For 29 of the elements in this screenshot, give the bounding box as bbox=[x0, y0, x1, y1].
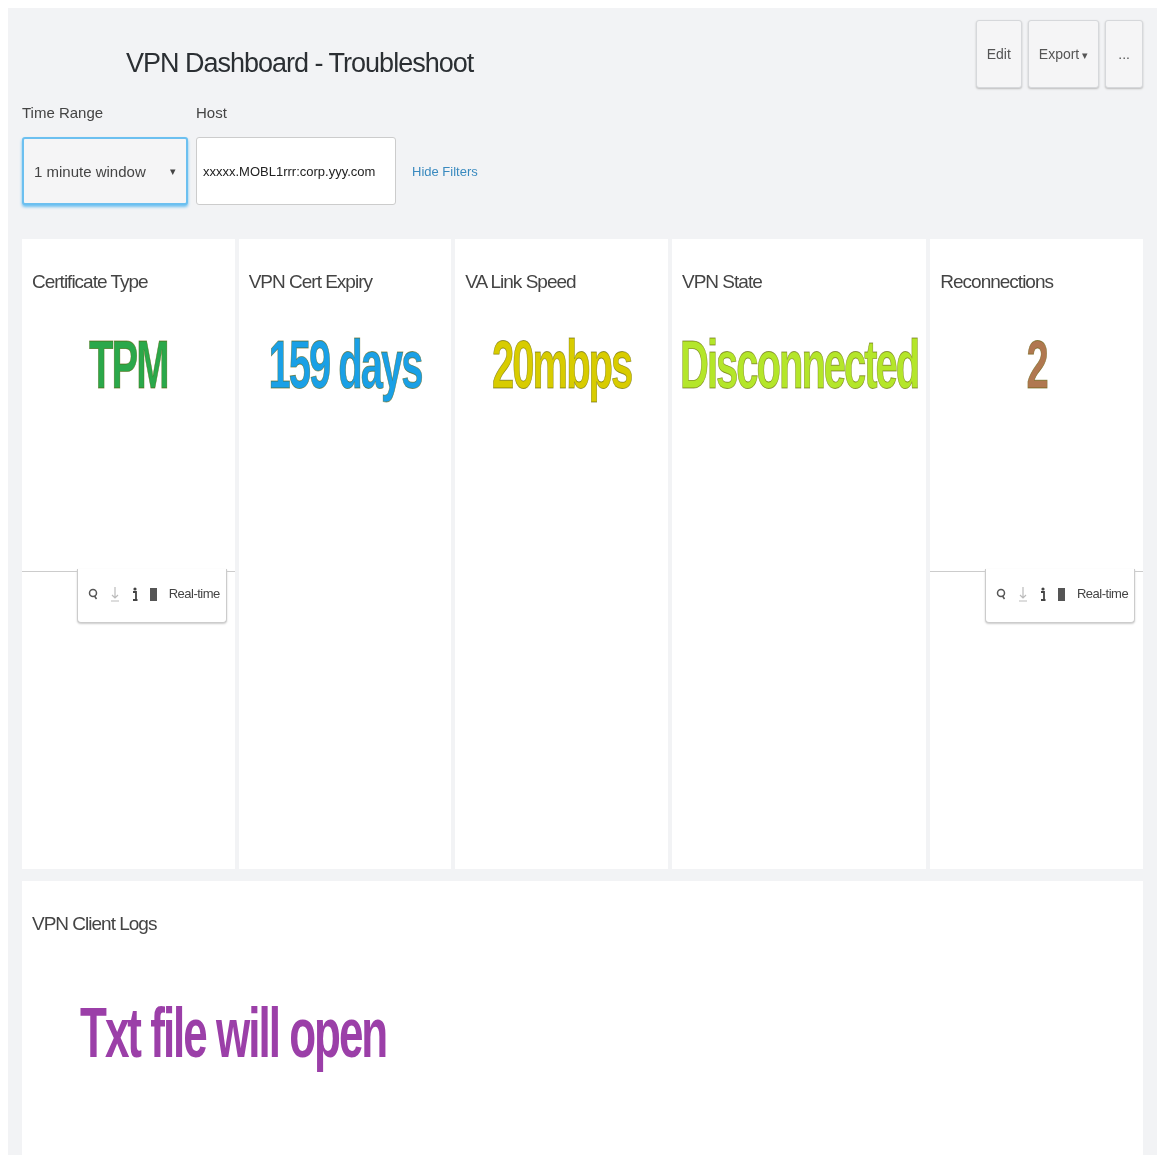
info-icon[interactable] bbox=[131, 585, 138, 602]
single-value: 2 bbox=[1026, 327, 1047, 404]
panel-title: VPN State bbox=[681, 270, 762, 293]
panel-title: VPN Cert Expiry bbox=[247, 270, 372, 293]
stop-icon[interactable] bbox=[1058, 586, 1065, 601]
action-button[interactable]: Edit bbox=[975, 20, 1022, 88]
host-field[interactable]: xxxxx.MOBL1rrr:corp.yyy.com bbox=[196, 137, 396, 205]
time-range-dropdown[interactable]: 1 minute window ▾ bbox=[22, 137, 188, 205]
panel-title: VA Link Speed bbox=[464, 270, 576, 293]
action-button[interactable]: ... bbox=[1105, 20, 1143, 88]
panel-title: Certificate Type bbox=[31, 270, 148, 293]
stop-icon[interactable] bbox=[149, 586, 157, 601]
single-value: 159 days bbox=[268, 327, 422, 404]
filter-label: Time Range bbox=[22, 104, 104, 121]
toolbar-label: Real-time bbox=[168, 586, 220, 601]
dashboard-title: VPN Dashboard - Troubleshoot bbox=[126, 48, 474, 79]
info-icon[interactable] bbox=[1040, 585, 1046, 602]
action-button[interactable]: Export ▾ bbox=[1027, 20, 1100, 88]
single-value: Disconnected bbox=[680, 327, 919, 404]
search-icon[interactable] bbox=[87, 586, 98, 601]
toolbar-label: Real-time bbox=[1077, 586, 1129, 601]
single-value: 20mbps bbox=[492, 327, 632, 404]
hide-filters-link[interactable]: Hide Filters bbox=[412, 164, 478, 179]
search-icon[interactable] bbox=[996, 586, 1006, 601]
log-message: Txt file will open bbox=[80, 993, 387, 1073]
single-value: TPM bbox=[89, 327, 168, 404]
panel-title: Reconnections bbox=[939, 270, 1053, 293]
panel-title: VPN Client Logs bbox=[31, 912, 157, 935]
filter-label: Host bbox=[196, 104, 227, 121]
